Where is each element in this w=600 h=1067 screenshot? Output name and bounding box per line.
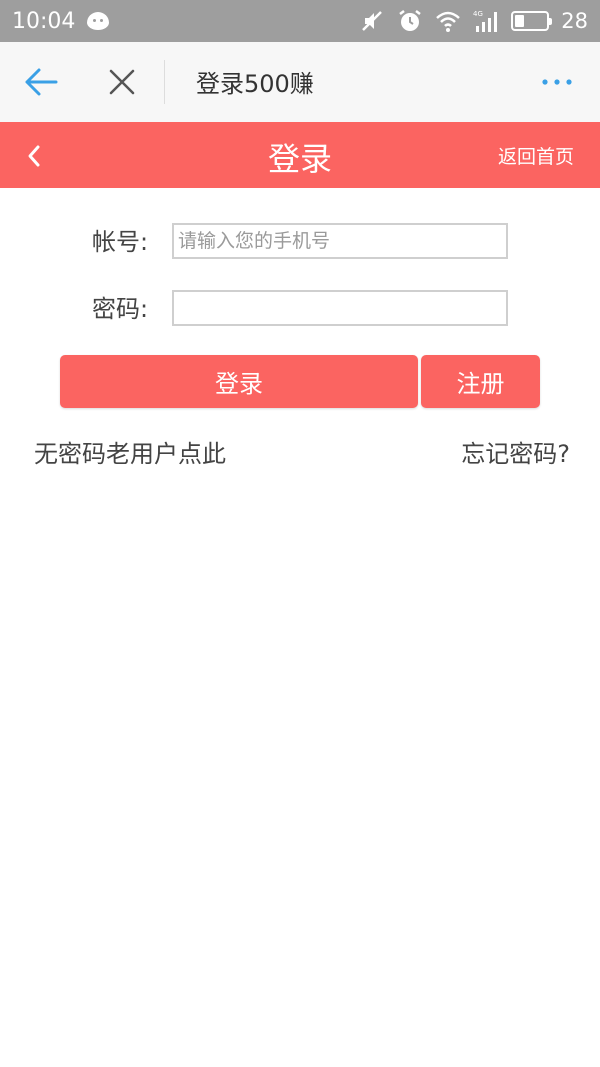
return-home-link[interactable]: 返回首页 — [498, 142, 574, 169]
4g-signal-icon: 4G — [473, 10, 498, 32]
alarm-icon — [399, 10, 422, 31]
battery-level: 28 — [561, 9, 588, 33]
browser-title: 登录500赚 — [196, 70, 314, 98]
status-time: 10:04 — [12, 8, 76, 34]
status-icons: 4G 28 — [359, 8, 588, 34]
nav-divider — [164, 60, 165, 104]
status-bar: 10:04 4G 28 — [0, 0, 600, 42]
battery-icon — [511, 11, 553, 31]
login-button[interactable]: 登录 — [60, 355, 418, 408]
account-label: 帐号: — [92, 228, 149, 256]
app-header: 登录 返回首页 — [0, 122, 600, 188]
password-label: 密码: — [92, 295, 149, 323]
back-arrow-icon[interactable] — [24, 66, 58, 98]
wifi-icon — [436, 11, 461, 32]
close-icon[interactable] — [108, 68, 136, 96]
svg-text:4G: 4G — [473, 10, 483, 18]
register-button[interactable]: 注册 — [421, 355, 540, 408]
mute-icon — [362, 11, 383, 31]
wechat-icon — [87, 12, 110, 30]
battery-fill — [515, 15, 524, 27]
no-password-login-link[interactable]: 无密码老用户点此 — [34, 434, 226, 469]
password-input[interactable] — [172, 290, 508, 326]
browser-nav-bar: 登录500赚 — [0, 42, 600, 122]
more-icon[interactable] — [540, 76, 574, 88]
forgot-password-link[interactable]: 忘记密码? — [461, 434, 570, 469]
account-input[interactable] — [172, 223, 508, 259]
